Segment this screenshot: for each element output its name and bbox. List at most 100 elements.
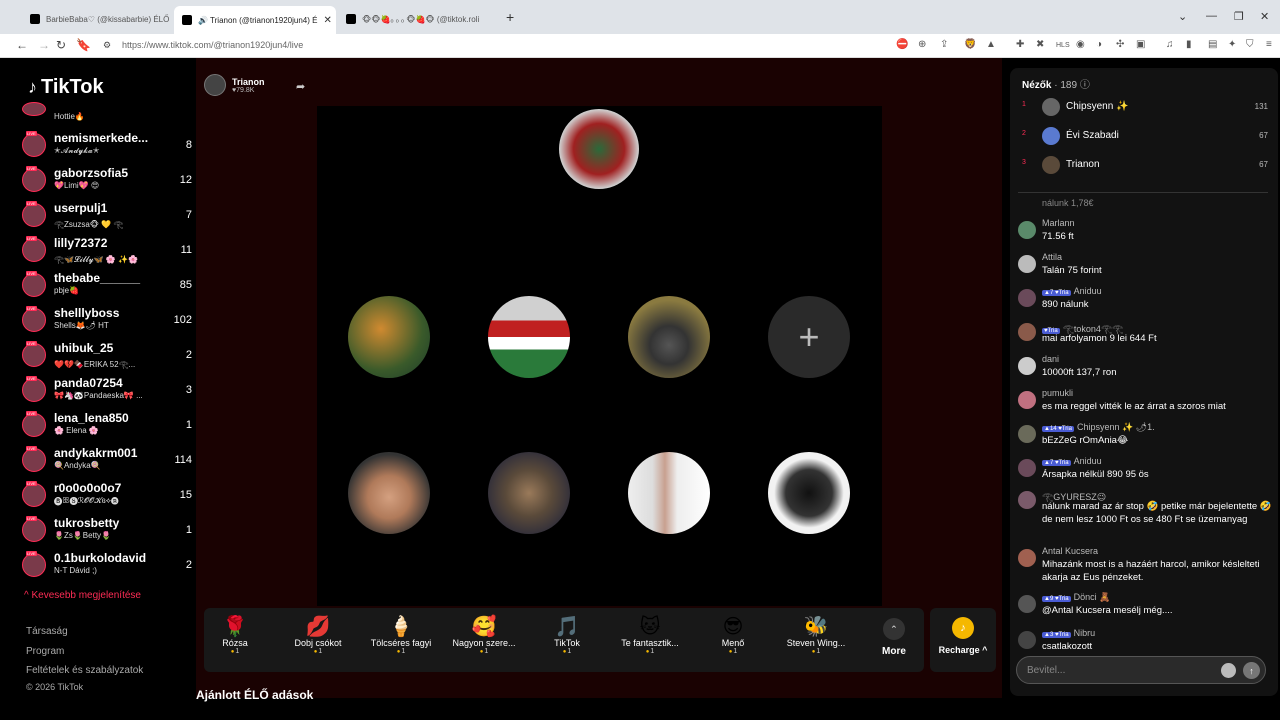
chat-username[interactable]: Attila <box>1042 252 1062 262</box>
chat-username[interactable]: Aniduu <box>1074 286 1102 296</box>
share-icon[interactable]: ⇪ <box>940 39 948 50</box>
extension-icon[interactable]: ✖ <box>1036 39 1044 50</box>
recharge-button[interactable]: ♪ Recharge ^ <box>930 608 996 672</box>
back-icon[interactable]: ← <box>16 38 28 52</box>
close-window-icon[interactable]: ✕ <box>1260 10 1269 23</box>
top-viewer-row[interactable]: 1 Chipsyenn ✨ 131 <box>1022 96 1268 118</box>
avatar[interactable] <box>1018 549 1036 567</box>
chat-username[interactable]: Marlann <box>1042 218 1075 228</box>
wallet-icon[interactable]: ▤ <box>1208 39 1217 50</box>
avatar[interactable] <box>1018 357 1036 375</box>
extension-icon[interactable]: HLS <box>1056 42 1070 49</box>
following-item[interactable]: LIVE panda07254 🎀🦄🐼Pandaeska🎀 ... 3 <box>22 376 192 406</box>
guest-man-avatar[interactable] <box>628 452 710 534</box>
gift-item[interactable]: 🥰Nagyon szere...1 <box>445 614 523 655</box>
gift-item[interactable]: 🐝Steven Wing...1 <box>777 614 855 655</box>
top-viewer-row[interactable]: 3 Trianon 67 <box>1022 154 1268 176</box>
following-item[interactable]: LIVE uhibuk_25 ❤️💔🍫ERIKA 52𓂀... 2 <box>22 341 192 371</box>
translate-icon[interactable]: ⛔ <box>896 39 908 50</box>
footer-link-terms[interactable]: Feltételek és szabályzatok <box>26 665 143 676</box>
guest-hooded-avatar[interactable] <box>768 452 850 534</box>
chat-username[interactable]: dani <box>1042 354 1059 364</box>
new-tab-icon[interactable]: + <box>506 9 514 25</box>
extension-icon[interactable]: ✚ <box>1016 39 1024 50</box>
chat-username[interactable]: pumukli <box>1042 388 1073 398</box>
avatar[interactable] <box>1018 391 1036 409</box>
info-icon[interactable]: ⓘ <box>1080 80 1090 91</box>
chat-username[interactable]: Aniduu <box>1074 456 1102 466</box>
zoom-icon[interactable]: ⊕ <box>918 39 926 50</box>
host-name[interactable]: Trianon <box>232 77 265 87</box>
avatar[interactable] <box>1018 323 1036 341</box>
rewards-icon[interactable]: ▲ <box>986 39 996 50</box>
site-info-icon[interactable]: ⚙ <box>103 40 111 51</box>
following-item[interactable]: LIVE lilly72372 𓂀🦋𝓛𝓲𝓵𝓵𝔂🦋 🌸 ✨🌸 11 <box>22 236 192 266</box>
avatar[interactable] <box>1018 491 1036 509</box>
extension-icon[interactable]: ▣ <box>1136 39 1145 50</box>
avatar[interactable] <box>1018 255 1036 273</box>
gift-item[interactable]: 🐱Te fantasztik...1 <box>611 614 689 655</box>
viewers-header[interactable]: Nézők · 189 ⓘ <box>1022 76 1090 91</box>
bookmark-icon[interactable]: 🔖 <box>76 38 91 52</box>
gift-item[interactable]: 💋Dobj csókot1 <box>279 614 357 655</box>
guest-raccoon-avatar[interactable] <box>628 296 710 378</box>
chat-username[interactable]: Nibru <box>1074 628 1096 638</box>
following-item[interactable]: LIVE thebabe______ pbje🍓 85 <box>22 271 192 301</box>
vpn-icon[interactable]: ⛉ <box>1246 39 1254 50</box>
avatar[interactable] <box>1018 289 1036 307</box>
chat-username[interactable]: Dönci 🧸 <box>1074 592 1111 602</box>
following-item[interactable]: LIVE lena_lena850 🌸 Elena 🌸 1 <box>22 411 192 441</box>
following-item[interactable]: LIVE gaborzsofia5 💖Limi💖 😍 12 <box>22 166 192 196</box>
gift-item[interactable]: 🎵TikTok1 <box>528 614 606 655</box>
following-item[interactable]: LIVE tukrosbetty 🌷Zs🌷Betty🌷 1 <box>22 516 192 546</box>
top-viewer-row[interactable]: 2 Évi Szabadi 67 <box>1022 125 1268 147</box>
footer-link-program[interactable]: Program <box>26 646 64 657</box>
send-icon[interactable]: ↑ <box>1243 662 1260 679</box>
following-item[interactable]: LIVE andykakrm001 🍭Andyka🍭 114 <box>22 446 192 476</box>
chat-username[interactable]: Chipsyenn ✨ 🌶1. <box>1077 422 1155 432</box>
following-item[interactable]: LIVE 0.1burkolodavid N-T Dávid ;) 2 <box>22 551 192 581</box>
share-arrow-icon[interactable]: ➦ <box>296 80 305 93</box>
extension-icon[interactable]: ◑ <box>1096 39 1102 50</box>
maximize-icon[interactable]: ❐ <box>1234 10 1244 23</box>
guest-flag-avatar[interactable] <box>488 296 570 378</box>
leo-icon[interactable]: ✦ <box>1228 39 1236 50</box>
browser-tab-3[interactable]: 🐵🐵🍓ₒ ₒ ₒ 🐵🍓🐵 (@tiktok.roli <box>338 7 498 31</box>
tab-search-icon[interactable]: ⌄ <box>1178 10 1187 23</box>
host-avatar[interactable] <box>204 74 226 96</box>
reload-icon[interactable]: ↻ <box>56 38 66 52</box>
gift-item[interactable]: 🍦Tölcséres fagyi1 <box>362 614 440 655</box>
tiktok-logo[interactable]: ♪ TikTok <box>28 76 104 99</box>
following-item[interactable]: Hottie🔥 <box>22 102 192 124</box>
following-item[interactable]: LIVE r0o0o0o0o7 🅑ꕥ🅢ℛ𝓞𝓞𝓚ɞ⟡🅑 15 <box>22 481 192 511</box>
chat-input[interactable]: Bevitel... ↑ <box>1016 656 1266 684</box>
more-gifts-button[interactable]: ⌃ More <box>882 618 906 657</box>
host-info[interactable]: Trianon ♥79.8K <box>204 74 265 96</box>
gift-item[interactable]: 😎Menő1 <box>694 614 772 655</box>
avatar[interactable] <box>1018 459 1036 477</box>
avatar[interactable] <box>1018 425 1036 443</box>
chat-username[interactable]: Antal Kucsera <box>1042 546 1098 556</box>
url-field[interactable]: https://www.tiktok.com/@trianon1920jun4/… <box>122 40 303 50</box>
avatar[interactable] <box>1018 221 1036 239</box>
following-item[interactable]: LIVE nemismerkede... ✭𝓐𝓷𝓭𝔂𝓴𝓪✭ 8 <box>22 131 192 161</box>
extension-icon[interactable]: ◉ <box>1076 39 1085 50</box>
close-tab-icon[interactable]: ✕ <box>323 15 331 26</box>
add-guest-button[interactable]: + <box>768 296 850 378</box>
browser-tab-2[interactable]: 🔊 Trianon (@trianon1920jun4) É ✕ <box>174 6 336 34</box>
emoji-icon[interactable] <box>1221 663 1236 678</box>
forward-icon[interactable]: → <box>38 38 50 52</box>
sidebar-icon[interactable]: ▮ <box>1186 39 1192 50</box>
music-icon[interactable]: ♫ <box>1166 39 1174 50</box>
minimize-icon[interactable]: — <box>1206 10 1217 22</box>
following-item[interactable]: LIVE shelllyboss Shells🦊🌶 HT 102 <box>22 306 192 336</box>
puzzle-icon[interactable]: ✣ <box>1116 39 1124 50</box>
menu-icon[interactable]: ≡ <box>1266 39 1272 50</box>
gift-item[interactable]: 🌹Rózsa1 <box>196 614 274 655</box>
guest-cowboy-avatar[interactable] <box>488 452 570 534</box>
show-less-link[interactable]: ^ Kevesebb megjelenítése <box>24 590 141 601</box>
avatar[interactable] <box>1018 595 1036 613</box>
footer-link-company[interactable]: Társaság <box>26 626 68 637</box>
browser-tab-1[interactable]: BarbieBaba♡ (@kissabarbie) ÉLŐ adá <box>22 7 170 31</box>
following-item[interactable]: LIVE userpulj1 𓂀Zsuzsa🐵 💛 𓂀 7 <box>22 201 192 231</box>
